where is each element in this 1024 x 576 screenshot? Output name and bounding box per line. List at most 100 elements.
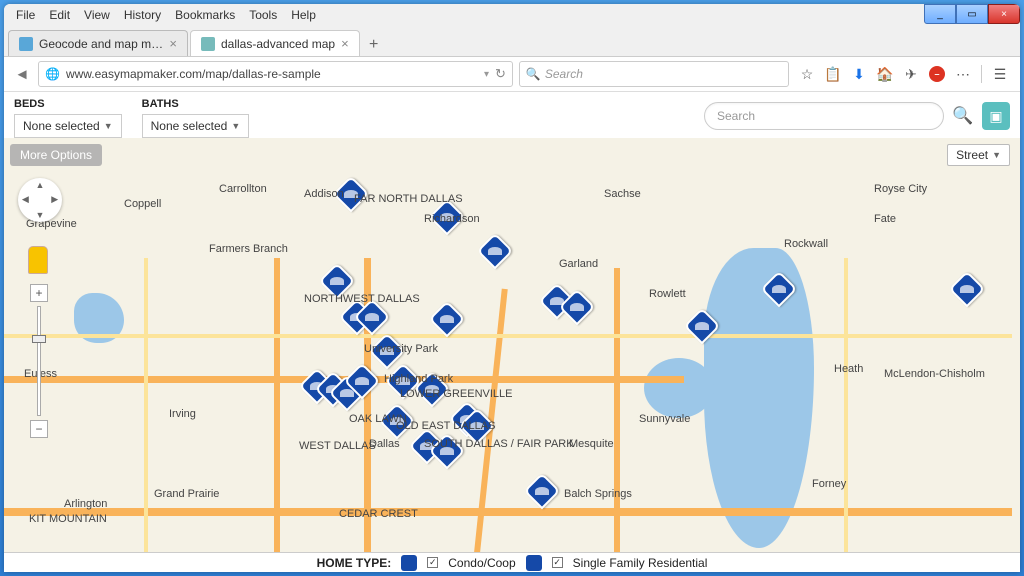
zoom-slider[interactable]	[37, 306, 41, 416]
pan-left-icon[interactable]: ◀	[22, 194, 29, 205]
globe-icon: 🌐	[45, 67, 60, 81]
tab-geocode[interactable]: Geocode and map multipl... ×	[8, 30, 188, 56]
city-label: Mesquite	[569, 438, 614, 450]
checkbox-sfr[interactable]: ✓	[552, 557, 563, 568]
city-label: KIT MOUNTAIN	[29, 513, 107, 525]
city-label: FAR NORTH DALLAS	[354, 193, 463, 205]
city-label: WEST DALLAS	[299, 440, 376, 452]
back-button[interactable]: ◄	[12, 64, 32, 84]
city-label: Highland Park	[384, 373, 453, 385]
map-pin[interactable]	[429, 301, 466, 338]
pan-control[interactable]: ▲ ◀ ▶ ▼	[18, 178, 62, 222]
map-pin[interactable]	[524, 473, 561, 510]
tab-dallas[interactable]: dallas-advanced map ×	[190, 30, 360, 56]
legend-bar: HOME TYPE: ✓ Condo/Coop ✓ Single Family …	[4, 552, 1020, 572]
home-icon[interactable]: 🏠	[877, 66, 893, 82]
beds-dropdown[interactable]: None selected ▼	[14, 114, 122, 138]
window-minimize-button[interactable]: _	[924, 4, 956, 24]
pan-up-icon[interactable]: ▲	[36, 180, 45, 190]
clipboard-icon[interactable]: 📋	[825, 66, 841, 82]
city-label: SOUTH DALLAS / FAIR PARK	[424, 438, 574, 450]
city-label: Sachse	[604, 188, 641, 200]
window-close-button[interactable]: ×	[988, 4, 1020, 24]
city-label: LOWER GREENVILLE	[400, 388, 512, 400]
city-label: Garland	[559, 258, 598, 270]
menu-file[interactable]: File	[10, 6, 41, 24]
close-icon[interactable]: ×	[341, 36, 349, 51]
map-app: BEDS None selected ▼ BATHS None selected…	[4, 92, 1020, 572]
menu-tools[interactable]: Tools	[243, 6, 283, 24]
close-icon[interactable]: ×	[169, 36, 177, 51]
checkbox-condo[interactable]: ✓	[427, 557, 438, 568]
window-maximize-button[interactable]: ▭	[956, 4, 988, 24]
chevron-down-icon: ▼	[104, 121, 113, 131]
favicon-icon	[19, 37, 33, 51]
chevron-down-icon: ▼	[231, 121, 240, 131]
zoom-thumb[interactable]	[32, 335, 46, 343]
browser-menubar: File Edit View History Bookmarks Tools H…	[4, 4, 1020, 26]
city-label: Rowlett	[649, 288, 686, 300]
city-label: Richardson	[424, 213, 480, 225]
map-canvas[interactable]: More Options ▲ ◀ ▶ ▼ + − Street ▼	[4, 138, 1020, 572]
map-pin[interactable]	[949, 271, 986, 308]
city-label: Heath	[834, 363, 863, 375]
pan-right-icon[interactable]: ▶	[51, 194, 58, 205]
city-label: Addison	[304, 188, 344, 200]
new-tab-button[interactable]: +	[362, 34, 386, 56]
city-label: University Park	[364, 343, 438, 355]
search-icon[interactable]: 🔍	[950, 103, 976, 129]
adblock-icon[interactable]: –	[929, 66, 945, 82]
pan-down-icon[interactable]: ▼	[36, 210, 45, 220]
search-icon: 🔍	[526, 67, 541, 81]
browser-tabs: Geocode and map multipl... × dallas-adva…	[4, 26, 1020, 57]
map-tiles: GrapevineCoppellCarrolltonAddisonFAR NOR…	[4, 138, 1020, 572]
menu-history[interactable]: History	[118, 6, 167, 24]
browser-search-placeholder: Search	[545, 67, 782, 81]
dropdown-icon[interactable]: ▾	[484, 69, 489, 80]
menu-help[interactable]: Help	[285, 6, 322, 24]
map-pin[interactable]	[477, 233, 514, 270]
chevron-down-icon: ▼	[992, 150, 1001, 160]
map-type-value: Street	[956, 148, 988, 162]
beds-label: BEDS	[14, 98, 122, 110]
filter-bar: BEDS None selected ▼ BATHS None selected…	[4, 92, 1020, 138]
city-label: Grand Prairie	[154, 488, 219, 500]
bookmark-star-icon[interactable]: ☆	[799, 66, 815, 82]
send-icon[interactable]: ✈	[903, 66, 919, 82]
city-label: CEDAR CREST	[339, 508, 418, 520]
zoom-out-button[interactable]: −	[30, 420, 48, 438]
zoom-control: + −	[30, 284, 48, 438]
search-placeholder: Search	[717, 109, 755, 123]
more-options-button[interactable]: More Options	[10, 144, 102, 166]
menu-edit[interactable]: Edit	[43, 6, 76, 24]
city-label: OLD EAST DALLAS	[396, 420, 495, 432]
city-label: Farmers Branch	[209, 243, 288, 255]
reload-icon[interactable]: ↻	[495, 66, 506, 82]
baths-dropdown[interactable]: None selected ▼	[142, 114, 250, 138]
legend-pin-icon	[401, 555, 417, 571]
pegman-icon[interactable]	[28, 246, 48, 274]
city-label: Royse City	[874, 183, 927, 195]
url-field[interactable]: 🌐 www.easymapmaker.com/map/dallas-re-sam…	[38, 61, 513, 87]
city-label: Rockwall	[784, 238, 828, 250]
menu-view[interactable]: View	[78, 6, 116, 24]
tab-title: Geocode and map multipl...	[39, 37, 163, 51]
browser-search-field[interactable]: 🔍 Search	[519, 61, 789, 87]
zoom-in-button[interactable]: +	[30, 284, 48, 302]
menu-bookmarks[interactable]: Bookmarks	[169, 6, 241, 24]
layers-button[interactable]: ▣	[982, 102, 1010, 130]
city-label: Forney	[812, 478, 846, 490]
city-label: Sunnyvale	[639, 413, 690, 425]
download-icon[interactable]: ⬇	[851, 66, 867, 82]
hamburger-menu-icon[interactable]: ☰	[992, 66, 1008, 82]
city-label: Irving	[169, 408, 196, 420]
city-label: NORTHWEST DALLAS	[304, 293, 420, 305]
legend-item-sfr: Single Family Residential	[573, 556, 708, 570]
more-icon[interactable]: ⋯	[955, 66, 971, 82]
map-search-input[interactable]: Search	[704, 102, 944, 130]
baths-label: BATHS	[142, 98, 250, 110]
map-type-dropdown[interactable]: Street ▼	[947, 144, 1010, 166]
baths-value: None selected	[151, 119, 228, 133]
city-label: Fate	[874, 213, 896, 225]
beds-value: None selected	[23, 119, 100, 133]
